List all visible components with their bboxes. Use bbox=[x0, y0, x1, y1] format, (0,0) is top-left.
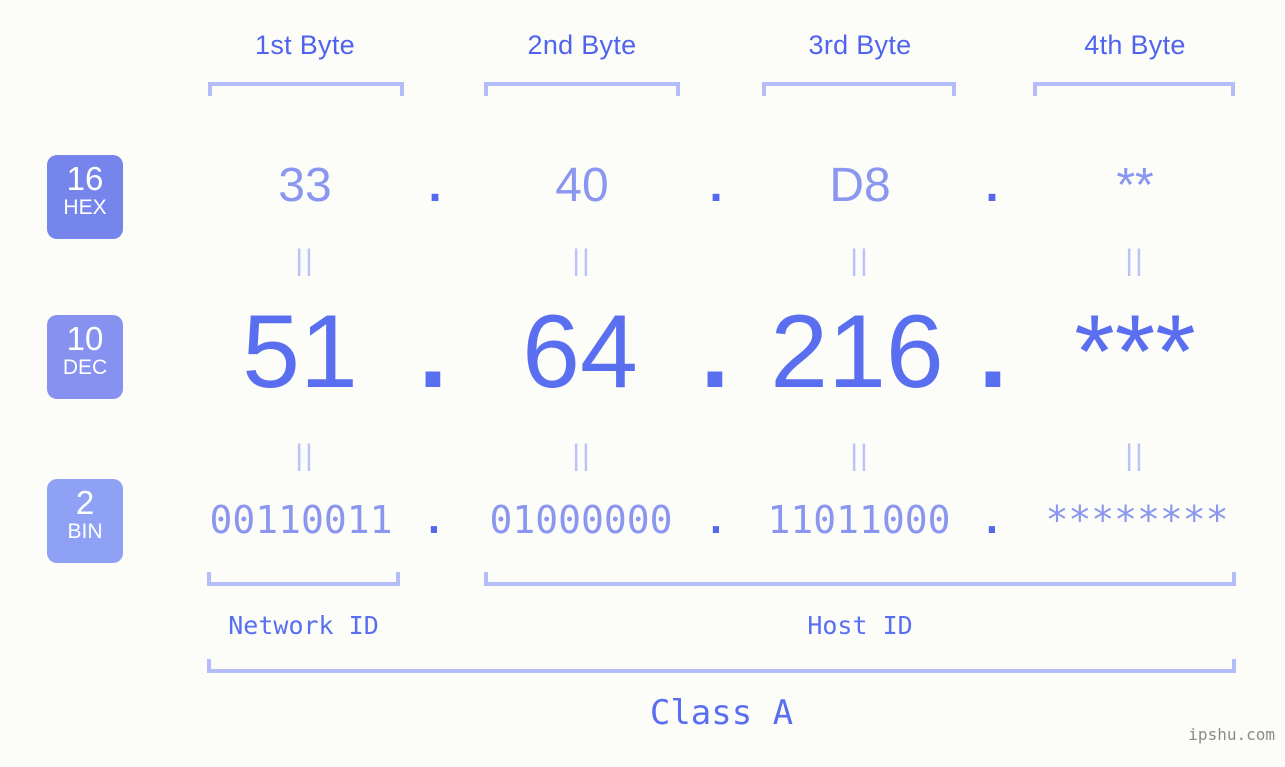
base-badge-hex-label: HEX bbox=[63, 196, 107, 219]
dec-value-byte-4: *** bbox=[1074, 294, 1196, 410]
byte-bracket-top-2 bbox=[484, 82, 680, 96]
byte-header-3: 3rd Byte bbox=[808, 30, 912, 60]
class-bracket bbox=[207, 659, 1236, 673]
base-badge-hex-number: 16 bbox=[66, 160, 104, 197]
base-badge-dec-label: DEC bbox=[62, 356, 108, 379]
host-id-bracket bbox=[484, 572, 1236, 586]
byte-header-1: 1st Byte bbox=[255, 30, 355, 60]
base-badge-dec-number: 10 bbox=[66, 320, 104, 357]
hex-value-byte-2: 40 bbox=[555, 159, 609, 212]
base-badge-bin-label: BIN bbox=[67, 520, 103, 543]
bin-separator-2: . bbox=[704, 498, 728, 542]
base-badge-bin: 2 BIN bbox=[47, 479, 123, 563]
ip-address-breakdown-diagram: 1st Byte 2nd Byte 3rd Byte 4th Byte 16 H… bbox=[0, 0, 1285, 767]
dec-separator-2: . bbox=[700, 294, 730, 410]
equals-marker-hex-dec-3: || bbox=[850, 244, 870, 277]
equals-marker-hex-dec-2: || bbox=[572, 244, 592, 277]
bin-separator-3: . bbox=[980, 498, 1004, 542]
hex-separator-1: . bbox=[428, 159, 442, 212]
equals-marker-dec-bin-4: || bbox=[1125, 439, 1145, 472]
dec-value-byte-3: 216 bbox=[770, 294, 944, 410]
dec-value-byte-1: 51 bbox=[242, 294, 358, 410]
base-badge-hex: 16 HEX bbox=[47, 155, 123, 239]
hex-value-byte-1: 33 bbox=[278, 159, 332, 212]
network-id-bracket bbox=[207, 572, 400, 586]
host-id-label: Host ID bbox=[807, 611, 913, 640]
bin-value-byte-2: 01000000 bbox=[489, 498, 673, 542]
dec-separator-1: . bbox=[418, 294, 448, 410]
byte-bracket-top-3 bbox=[762, 82, 956, 96]
hex-separator-3: . bbox=[985, 159, 999, 212]
network-id-label: Network ID bbox=[228, 611, 379, 640]
base-badge-bin-number: 2 bbox=[75, 484, 95, 521]
byte-header-2: 2nd Byte bbox=[527, 30, 637, 60]
hex-separator-2: . bbox=[709, 159, 723, 212]
equals-marker-hex-dec-1: || bbox=[295, 244, 315, 277]
dec-value-byte-2: 64 bbox=[522, 294, 638, 410]
site-watermark: ipshu.com bbox=[1188, 725, 1275, 744]
byte-bracket-top-4 bbox=[1033, 82, 1235, 96]
hex-value-byte-3: D8 bbox=[829, 159, 891, 212]
base-badge-dec: 10 DEC bbox=[47, 315, 123, 399]
bin-separator-1: . bbox=[422, 498, 446, 542]
bin-value-byte-1: 00110011 bbox=[209, 498, 393, 542]
bin-value-byte-3: 11011000 bbox=[767, 498, 951, 542]
bin-value-byte-4: ******** bbox=[1045, 498, 1229, 542]
hex-value-byte-4: ** bbox=[1116, 159, 1154, 212]
dec-separator-3: . bbox=[978, 294, 1008, 410]
equals-marker-dec-bin-3: || bbox=[850, 439, 870, 472]
equals-marker-dec-bin-2: || bbox=[572, 439, 592, 472]
equals-marker-hex-dec-4: || bbox=[1125, 244, 1145, 277]
byte-header-4: 4th Byte bbox=[1084, 30, 1186, 60]
equals-marker-dec-bin-1: || bbox=[295, 439, 315, 472]
class-label: Class A bbox=[649, 693, 794, 733]
byte-bracket-top-1 bbox=[208, 82, 404, 96]
